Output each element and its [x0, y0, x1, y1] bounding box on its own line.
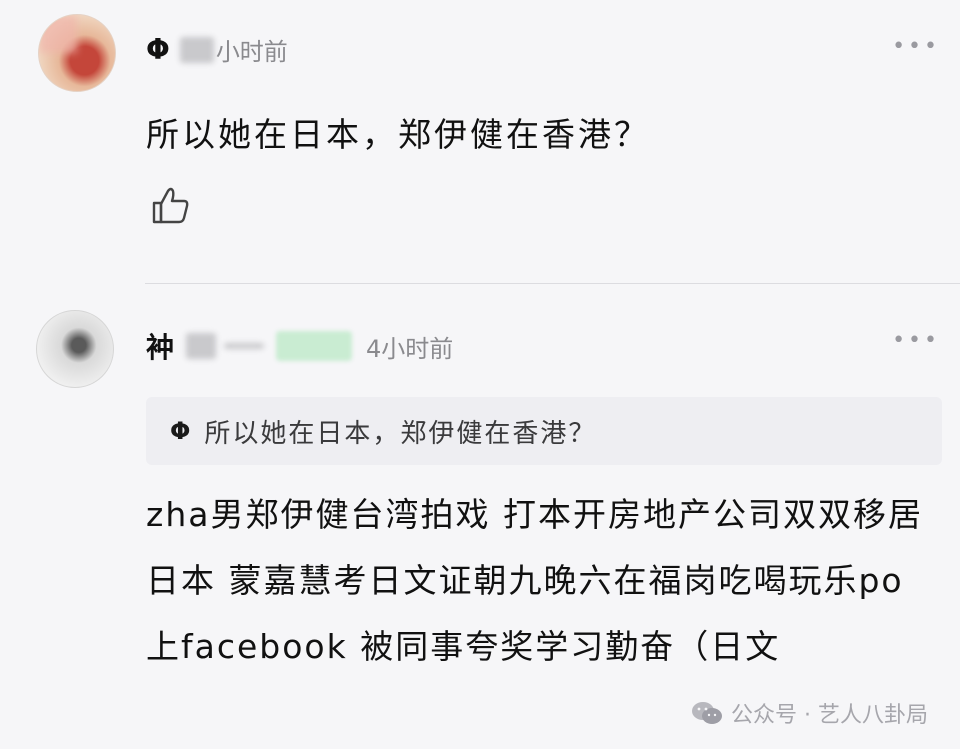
comment-item: Φ 小时前 ••• 所以她在日本，郑伊健在香港？ — [0, 0, 960, 283]
username[interactable]: 衶 — [146, 326, 174, 366]
quoted-text: 所以她在日本，郑伊健在香港？ — [204, 418, 597, 449]
quoted-comment[interactable]: Φ 所以她在日本，郑伊健在香港？ — [146, 397, 942, 465]
more-options-icon[interactable]: ••• — [892, 34, 940, 59]
timestamp: 4小时前 — [366, 334, 454, 363]
avatar[interactable] — [36, 310, 114, 388]
watermark-text: 公众号 · 艺人八卦局 — [731, 703, 928, 728]
more-options-icon[interactable]: ••• — [892, 328, 940, 353]
avatar[interactable] — [38, 14, 116, 92]
comment-header: Φ 小时前 — [146, 32, 288, 67]
timestamp: 小时前 — [215, 38, 288, 66]
comment-header: 衶 4小时前 — [146, 326, 453, 366]
user-badge — [276, 331, 353, 361]
comment-text: 所以她在日本，郑伊健在香港？ — [146, 115, 650, 154]
username[interactable]: Φ — [146, 33, 170, 66]
quoted-username: Φ — [170, 417, 191, 445]
thumbs-up-icon[interactable] — [150, 184, 192, 226]
comment-text: zha男郑伊健台湾拍戏 打本开房地产公司双双移居日本 蒙嘉慧考日文证朝九晚六在福… — [146, 495, 923, 666]
watermark: 公众号 · 艺人八卦局 — [691, 697, 928, 729]
redacted-block — [186, 333, 217, 359]
redacted-block — [179, 36, 214, 63]
wechat-icon — [692, 702, 723, 724]
redacted-block — [224, 343, 265, 349]
